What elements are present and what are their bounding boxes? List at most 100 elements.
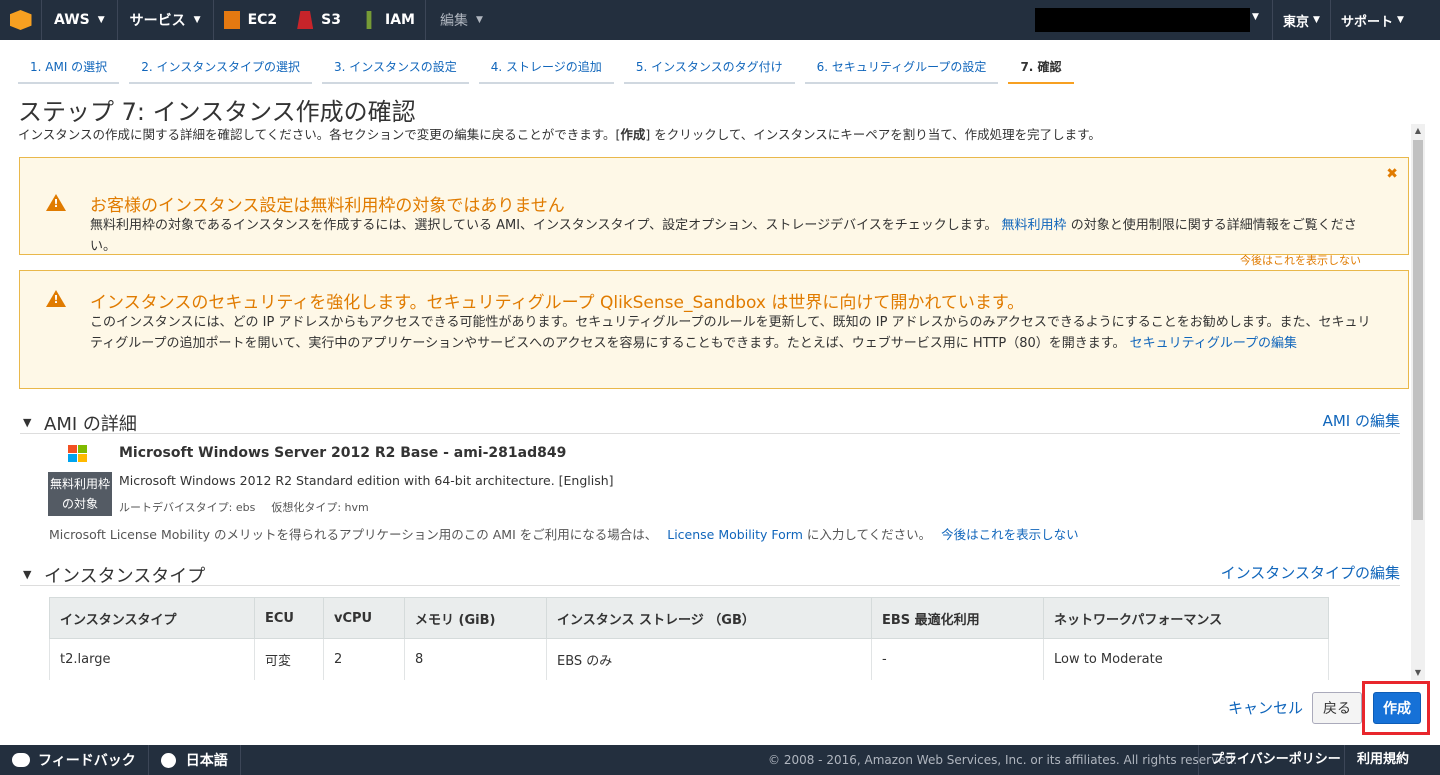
windows-logo-icon [68,445,88,463]
shortcut-ec2-label: EC2 [247,12,278,28]
edit-security-group-link[interactable]: セキュリティグループの編集 [1130,336,1297,351]
table-header-row: インスタンスタイプ ECU vCPU メモリ (GiB) インスタンス ストレー… [49,597,1329,639]
chevron-down-icon: ▼ [1313,15,1320,25]
copyright-text: © 2008 - 2016, Amazon Web Services, Inc.… [768,753,1238,767]
language-selector[interactable]: 日本語 [149,745,241,775]
create-button-highlight: 作成 [1362,681,1430,735]
terms-link[interactable]: 利用規約 [1344,745,1421,775]
chevron-down-icon: ▼ [193,15,201,25]
feedback-label: フィードバック [38,753,136,769]
ami-name: Microsoft Windows Server 2012 R2 Base - … [119,445,567,461]
tab-ami[interactable]: 1. AMI の選択 [18,52,120,84]
s3-icon [297,11,314,29]
table-cell: 8 [404,638,547,680]
globe-icon [160,752,176,768]
security-alert-title: インスタンスのセキュリティを強化します。セキュリティグループ QlikSense… [90,293,1025,313]
shortcut-ec2[interactable]: EC2 [214,0,288,40]
shortcut-iam-label: IAM [385,12,415,28]
tab-instance-type[interactable]: 2. インスタンスタイプの選択 [129,52,312,84]
tab-add-tags[interactable]: 5. インスタンスのタグ付け [623,52,795,84]
tab-security-group[interactable]: 6. セキュリティグループの設定 [804,52,999,84]
back-button[interactable]: 戻る [1312,692,1362,724]
top-nav: AWS ▼ サービス ▼ EC2 S3 IAM 編集 ▼ ▼ 東京 ▼ サポート ▼ [0,0,1440,40]
wizard-steps: 1. AMI の選択 2. インスタンスタイプの選択 3. インスタンスの設定 … [18,52,1084,84]
edit-ami-link[interactable]: AMI の編集 [1323,410,1400,431]
table-cell: Low to Moderate [1043,638,1329,680]
column-header: インスタンス ストレージ （GB） [546,597,872,639]
column-header: ECU [254,597,324,639]
shortcut-s3-label: S3 [321,12,341,28]
chevron-down-icon: ▼ [475,15,483,25]
shortcut-s3[interactable]: S3 [287,0,351,40]
ami-meta: ルートデバイスタイプ: ebs 仮想化タイプ: hvm [119,499,385,515]
chevron-down-icon: ▼ [1252,12,1259,22]
license-mobility-text: Microsoft License Mobility のメリットを得られるアプリ… [49,527,658,542]
license-mobility-text-end: に入力してください。 [806,527,932,542]
close-icon[interactable]: ✖ [1386,166,1398,182]
instance-type-section-title: インスタンスタイプ [44,566,206,587]
cancel-link[interactable]: キャンセル [1228,697,1303,718]
instance-type-section-header[interactable]: ▼ インスタンスタイプ インスタンスタイプの編集 [20,562,1400,587]
ami-description: Microsoft Windows 2012 R2 Standard editi… [119,473,614,488]
collapse-triangle-icon[interactable]: ▼ [23,568,31,581]
scroll-up-icon[interactable]: ▲ [1411,124,1425,138]
services-menu-label: サービス [129,13,186,29]
chevron-down-icon: ▼ [97,15,105,25]
license-mobility-dismiss-link[interactable]: 今後はこれを表示しない [941,527,1079,542]
edit-shortcuts-menu[interactable]: 編集 ▼ [424,0,483,40]
table-cell: 可変 [254,638,324,680]
free-tier-badge: 無料利用枠 の対象 [48,472,112,516]
license-mobility-note: Microsoft License Mobility のメリットを得られるアプリ… [49,524,1079,543]
license-mobility-link[interactable]: License Mobility Form [667,527,803,542]
aws-menu-label: AWS [54,12,90,28]
instance-type-table: インスタンスタイプ ECU vCPU メモリ (GiB) インスタンス ストレー… [49,597,1329,680]
aws-cube-icon[interactable] [0,0,42,40]
tab-add-storage[interactable]: 4. ストレージの追加 [478,52,614,84]
scroll-down-icon[interactable]: ▼ [1411,666,1425,680]
language-label: 日本語 [185,753,228,769]
feedback-button[interactable]: フィードバック [0,745,149,775]
content-scrollbar[interactable]: ▲ ▼ [1411,124,1425,680]
tab-configure-instance[interactable]: 3. インスタンスの設定 [321,52,469,84]
collapse-triangle-icon[interactable]: ▼ [23,416,31,429]
support-menu[interactable]: サポート ▼ [1330,0,1414,40]
virtualization-type: 仮想化タイプ: hvm [271,501,369,514]
services-menu[interactable]: サービス ▼ [118,0,214,40]
iam-icon [366,11,372,29]
free-tier-badge-line2: の対象 [61,497,98,511]
page-title: ステップ 7: インスタンス作成の確認 [18,98,416,126]
tab-review[interactable]: 7. 確認 [1008,52,1074,84]
speech-bubble-icon [12,753,30,767]
column-header: ネットワークパフォーマンス [1043,597,1329,639]
free-tier-alert-text: 無料利用枠の対象であるインスタンスを作成するには、選択している AMI、インスタ… [90,218,998,233]
edit-shortcuts-label: 編集 [439,13,468,29]
column-header: EBS 最適化利用 [871,597,1044,639]
shortcut-iam[interactable]: IAM [351,0,425,40]
region-menu[interactable]: 東京 ▼ [1272,0,1330,40]
security-alert: ! インスタンスのセキュリティを強化します。セキュリティグループ QlikSen… [19,270,1409,389]
table-cell: t2.large [49,638,255,680]
table-cell: 2 [323,638,405,680]
edit-instance-type-link[interactable]: インスタンスタイプの編集 [1221,562,1400,583]
aws-menu[interactable]: AWS ▼ [42,0,118,40]
chevron-down-icon: ▼ [1397,15,1404,25]
free-tier-dismiss-link[interactable]: 今後はこれを表示しない [1240,252,1361,268]
ami-section-header[interactable]: ▼ AMI の詳細 AMI の編集 [20,410,1400,435]
table-cell: EBS のみ [546,638,872,680]
free-tier-alert: ! お客様のインスタンス設定は無料利用枠の対象ではありません 無料利用枠の対象で… [19,157,1409,255]
free-tier-alert-body: 無料利用枠の対象であるインスタンスを作成するには、選択している AMI、インスタ… [90,215,1378,257]
free-tier-link[interactable]: 無料利用枠 [1002,218,1067,233]
support-label: サポート [1341,14,1394,30]
free-tier-badge-line1: 無料利用枠 [49,477,110,491]
privacy-policy-link[interactable]: プライバシーポリシー [1198,745,1353,775]
warning-icon: ! [46,194,66,211]
ami-section-title: AMI の詳細 [44,414,137,435]
region-label: 東京 [1283,14,1310,30]
table-row: t2.large 可変 2 8 EBS のみ - Low to Moderate [49,638,1329,680]
create-button[interactable]: 作成 [1373,692,1421,724]
scroll-thumb[interactable] [1413,140,1423,520]
root-device-type: ルートデバイスタイプ: ebs [119,501,256,514]
account-menu[interactable] [1035,8,1250,32]
column-header: インスタンスタイプ [49,597,255,639]
security-alert-body: このインスタンスには、どの IP アドレスからもアクセスできる可能性があります。… [90,312,1378,354]
